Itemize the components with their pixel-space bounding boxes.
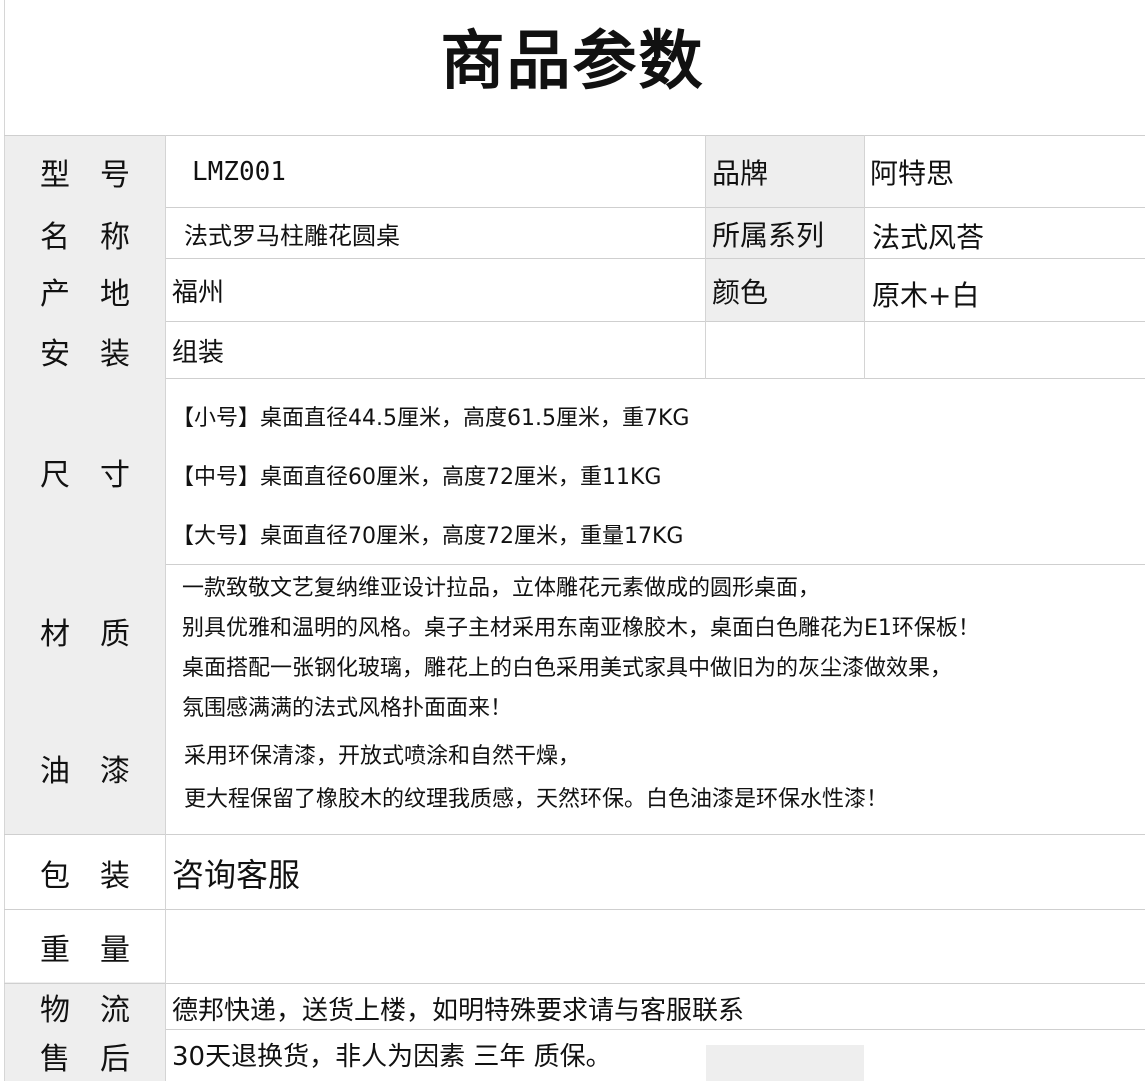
size-line-medium: 【中号】桌面直径60厘米，高度72厘米，重11KG (172, 465, 662, 490)
material-line: 别具优雅和温明的风格。桌子主材采用东南亚橡胶木，桌面白色雕花为E1环保板！ (182, 616, 980, 641)
label-material: 材质 (40, 617, 160, 652)
value-name: 法式罗马柱雕花圆桌 (184, 222, 400, 250)
material-line: 氛围感满满的法式风格扑面面来！ (182, 696, 513, 721)
column-divider (705, 135, 706, 379)
value-aftersale: 30天退换货，非人为因素 三年 质保。 (172, 1041, 612, 1072)
material-line: 一款致敬文艺复纳维亚设计拉品，立体雕花元素做成的圆形桌面， (182, 576, 821, 601)
label-logistics: 物流 (40, 993, 160, 1028)
mid-label-bg-bottom (706, 1045, 864, 1081)
label-model: 型号 (40, 158, 160, 193)
label-brand: 品牌 (712, 157, 769, 190)
label-size: 尺寸 (40, 458, 160, 493)
size-line-small: 【小号】桌面直径44.5厘米，高度61.5厘米，重7KG (172, 406, 690, 431)
value-brand: 阿特思 (870, 157, 955, 190)
value-logistics: 德邦快递，送货上楼，如明特殊要求请与客服联系 (172, 995, 745, 1026)
material-line: 桌面搭配一张钢化玻璃，雕花上的白色采用美式家具中做旧为的灰尘漆做效果， (182, 656, 953, 681)
row-divider (165, 321, 1145, 322)
value-packaging: 咨询客服 (172, 855, 301, 894)
label-packaging: 包装 (40, 858, 160, 894)
label-weight: 重量 (40, 933, 160, 968)
label-series: 所属系列 (712, 218, 825, 252)
paint-line: 更大程保留了橡胶木的纹理我质感，天然环保。白色油漆是环保水性漆！ (184, 787, 889, 812)
label-name: 名称 (40, 219, 160, 255)
row-divider (165, 564, 1145, 565)
page-title: 商品参数 (440, 24, 705, 99)
column-divider (864, 135, 865, 379)
value-model: LMZ001 (192, 157, 286, 187)
label-install: 安装 (40, 336, 160, 372)
value-series: 法式风荅 (872, 221, 985, 254)
label-aftersale: 售后 (40, 1041, 160, 1077)
column-divider (165, 135, 166, 1081)
label-origin: 产地 (40, 276, 160, 312)
label-paint: 油漆 (40, 754, 160, 789)
value-color: 原木+白 (872, 279, 980, 312)
size-line-large: 【大号】桌面直径70厘米，高度72厘米，重量17KG (172, 524, 684, 549)
row-divider (4, 135, 1145, 136)
value-origin: 福州 (172, 278, 225, 308)
row-divider (165, 378, 1145, 379)
label-color: 颜色 (712, 275, 769, 309)
value-install: 组装 (172, 338, 225, 368)
paint-line: 采用环保清漆，开放式喷涂和自然干燥， (184, 744, 581, 769)
